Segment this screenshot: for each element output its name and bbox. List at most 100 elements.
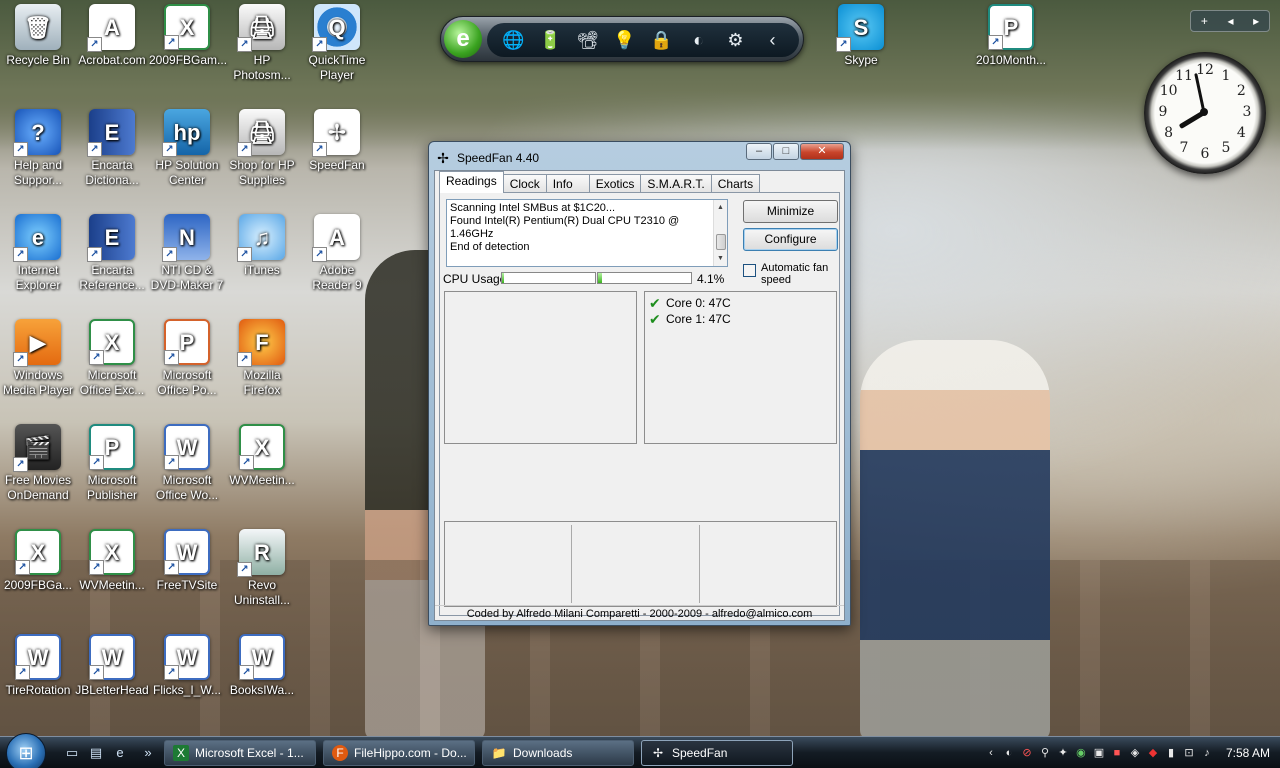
clock-number: 3 xyxy=(1242,104,1252,120)
desktop-icon-powerpoint[interactable]: P Microsoft Office Po... xyxy=(149,317,225,398)
battery-icon[interactable]: 🔋 xyxy=(538,27,564,53)
desktop-icon-nti[interactable]: NNTI CD & DVD-Maker 7 xyxy=(149,212,225,293)
taskbar-item-excel[interactable]: X Microsoft Excel - 1... xyxy=(164,740,316,766)
tray-network-icon[interactable]: ⚲ xyxy=(1038,746,1052,760)
next-gadgets-button[interactable]: ▸ xyxy=(1253,14,1259,28)
internet-explorer-icon[interactable]: e xyxy=(112,745,128,761)
automatic-fan-speed-checkbox[interactable]: Automatic fan speed xyxy=(743,262,839,286)
clock-number: 10 xyxy=(1159,83,1178,99)
desktop-icon-speedfan[interactable]: ✢SpeedFan xyxy=(299,107,375,173)
desktop-icon-recycle-bin[interactable]: 🗑 Recycle Bin xyxy=(0,2,76,68)
globe-icon[interactable]: 🌐 xyxy=(501,27,527,53)
desktop-icon-encarta-dictionary[interactable]: EEncarta Dictiona... xyxy=(74,107,150,188)
switch-windows-icon[interactable]: ▤ xyxy=(88,745,104,761)
window-minimize-button[interactable]: – xyxy=(746,143,772,160)
lightbulb-icon[interactable]: 💡 xyxy=(612,27,638,53)
desktop-icon-wmp[interactable]: ▶Windows Media Player xyxy=(0,317,76,398)
desktop-icon-revo[interactable]: RRevo Uninstall... xyxy=(224,527,300,608)
desktop-icon-wvmeetin-1[interactable]: X WVMeetin... xyxy=(224,422,300,488)
launcher-logo-button[interactable]: e xyxy=(444,20,482,58)
configure-button[interactable]: Configure xyxy=(743,228,838,251)
clock-number: 12 xyxy=(1196,62,1214,78)
scrollbar-thumb[interactable] xyxy=(716,234,726,250)
desktop-icon-ie[interactable]: eInternet Explorer xyxy=(0,212,76,293)
desktop-icon-hp-solution[interactable]: hpHP Solution Center xyxy=(149,107,225,188)
tray-clock[interactable]: 7:58 AM xyxy=(1226,746,1270,760)
desktop-icon-shop-hp[interactable]: 🖨Shop for HP Supplies xyxy=(224,107,300,188)
desktop-icon-encarta-reference[interactable]: EEncarta Reference... xyxy=(74,212,150,293)
desktop-icon-tirerotation[interactable]: W TireRotation xyxy=(0,632,76,698)
desktop-icon-word[interactable]: W Microsoft Office Wo... xyxy=(149,422,225,503)
desktop-icon-2010month[interactable]: P 2010Month... xyxy=(973,2,1049,68)
desktop-icon-quicktime[interactable]: QQuickTime Player xyxy=(299,2,375,83)
internet-explorer-icon: e xyxy=(13,214,61,262)
tray-network-icon[interactable]: ⊡ xyxy=(1182,746,1196,760)
tray-battery-icon[interactable]: ▮ xyxy=(1164,746,1178,760)
log-line: Found Intel(R) Pentium(R) Dual CPU T2310… xyxy=(450,215,680,240)
desktop-icon-free-movies[interactable]: 🎬Free Movies OnDemand xyxy=(0,422,76,503)
tab-clock[interactable]: Clock xyxy=(502,174,547,193)
tab-charts[interactable]: Charts xyxy=(710,174,761,193)
scroll-up-icon[interactable]: ▲ xyxy=(717,201,724,214)
excel-file-icon: X xyxy=(15,529,61,575)
checkbox-box[interactable] xyxy=(743,264,756,277)
tray-volume-icon[interactable]: ♪ xyxy=(1200,746,1214,760)
taskbar-item-firefox[interactable]: F FileHippo.com - Do... xyxy=(323,740,475,766)
icon-label: Microsoft Office Wo... xyxy=(155,473,219,502)
desktop-icon-help[interactable]: ?Help and Suppor... xyxy=(0,107,76,188)
tray-app-icon[interactable]: ◐ xyxy=(1002,746,1016,760)
start-button[interactable]: ⊞ xyxy=(6,733,46,768)
scroll-down-icon[interactable]: ▼ xyxy=(717,252,724,265)
minimize-button[interactable]: Minimize xyxy=(743,200,838,223)
tab-info[interactable]: Info xyxy=(545,174,590,193)
desktop-icon-acrobat[interactable]: AAcrobat.com xyxy=(74,2,150,68)
desktop-icon-excel[interactable]: X Microsoft Office Exc... xyxy=(74,317,150,398)
tray-app-icon[interactable]: ◆ xyxy=(1146,746,1160,760)
desktop-icon-hp-photosmart[interactable]: 🖨HP Photosm... xyxy=(224,2,300,83)
tray-app-icon[interactable]: ✦ xyxy=(1056,746,1070,760)
previous-gadgets-button[interactable]: ◂ xyxy=(1227,14,1233,28)
tray-app-icon[interactable]: ■ xyxy=(1110,746,1124,760)
tab-readings[interactable]: Readings xyxy=(439,171,504,193)
tray-app-icon[interactable]: ▣ xyxy=(1092,746,1106,760)
tray-app-icon[interactable]: ◈ xyxy=(1128,746,1142,760)
log-scrollbar[interactable]: ▲ ▼ xyxy=(713,200,727,266)
desktop-icon-flicks[interactable]: W Flicks_I_W... xyxy=(149,632,225,698)
desktop-icon-booksiwa[interactable]: W BooksIWa... xyxy=(224,632,300,698)
desktop-icon-itunes[interactable]: ♫iTunes xyxy=(224,212,300,278)
window-maximize-button[interactable]: □ xyxy=(773,143,799,160)
desktop-icon-freetvsite[interactable]: W FreeTVSite xyxy=(149,527,225,593)
window-close-button[interactable]: ✕ xyxy=(800,143,844,160)
desktop-icon-skype[interactable]: SSkype xyxy=(823,2,899,68)
projector-icon[interactable]: 📽 xyxy=(575,27,601,53)
taskbar-item-downloads[interactable]: 📁 Downloads xyxy=(482,740,634,766)
tab-smart[interactable]: S.M.A.R.T. xyxy=(640,174,712,193)
lock-icon[interactable]: 🔒 xyxy=(649,27,675,53)
taskbar-item-speedfan[interactable]: ✢ SpeedFan xyxy=(641,740,793,766)
window-titlebar[interactable]: ✢ SpeedFan 4.40 xyxy=(435,147,539,169)
word-icon: W xyxy=(164,424,210,470)
tab-exotics[interactable]: Exotics xyxy=(588,174,642,193)
collapse-arrow-icon[interactable]: ‹ xyxy=(760,27,786,53)
desktop-icon-adobe-reader[interactable]: AAdobe Reader 9 xyxy=(299,212,375,293)
clock-gadget[interactable]: 12 1 2 3 4 5 6 7 8 9 10 11 xyxy=(1144,52,1266,174)
show-desktop-icon[interactable]: ▭ xyxy=(64,745,80,761)
desktop-icon-2009fbga[interactable]: X 2009FBGa... xyxy=(0,527,76,593)
tray-app-icon[interactable]: ◉ xyxy=(1074,746,1088,760)
gauge-icon[interactable]: ◐ xyxy=(686,27,712,53)
window-controls: – □ ✕ xyxy=(746,143,844,160)
tray-expand-icon[interactable]: ‹ xyxy=(984,746,998,760)
desktop-icon-wvmeetin-2[interactable]: X WVMeetin... xyxy=(74,527,150,593)
desktop-icon-2009fbgam[interactable]: X 2009FBGam... xyxy=(149,2,227,68)
add-gadget-button[interactable]: + xyxy=(1201,14,1208,28)
icon-label: Acrobat.com xyxy=(78,53,146,67)
gear-icon[interactable]: ⚙ xyxy=(723,27,749,53)
windows-logo-icon: ⊞ xyxy=(18,742,34,763)
task-label: Downloads xyxy=(513,746,573,760)
desktop-icon-firefox[interactable]: FMozilla Firefox xyxy=(224,317,300,398)
detection-log[interactable]: Scanning Intel SMBus at $1C20... Found I… xyxy=(446,199,728,267)
tray-security-icon[interactable]: ⊘ xyxy=(1020,746,1034,760)
quicklaunch-overflow-icon[interactable]: » xyxy=(140,745,156,761)
desktop-icon-publisher[interactable]: P Microsoft Publisher xyxy=(74,422,150,503)
desktop-icon-jbletterhead[interactable]: W JBLetterHead xyxy=(74,632,150,698)
